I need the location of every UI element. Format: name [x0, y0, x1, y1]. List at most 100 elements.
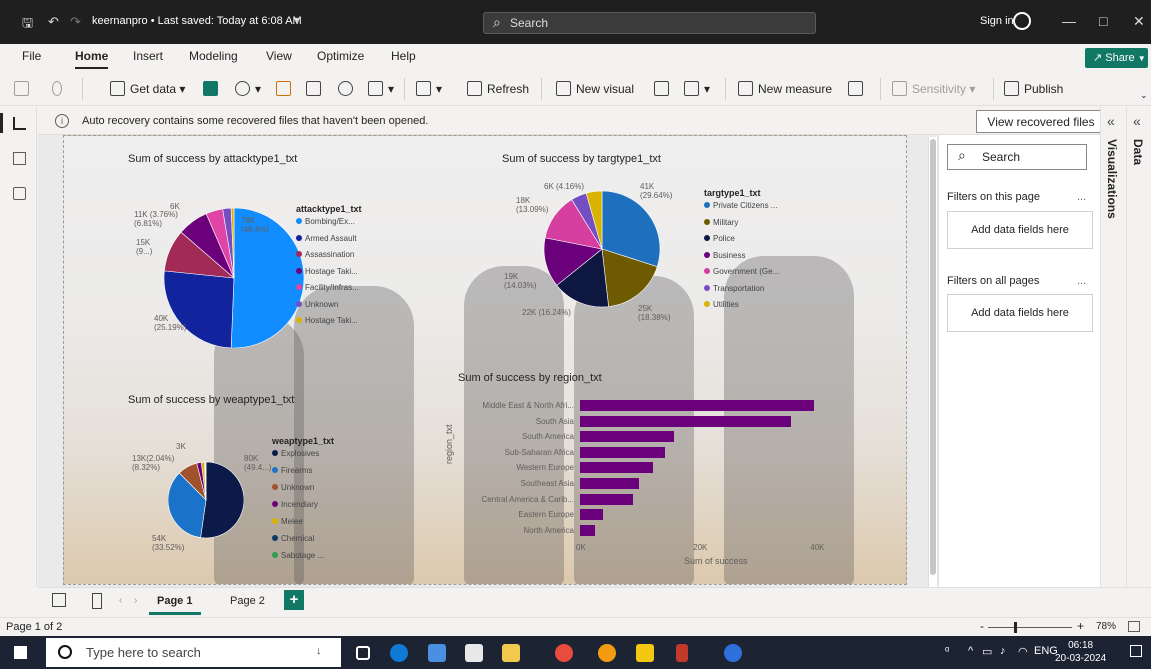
recent-sources-button[interactable]: ▾ — [368, 81, 394, 96]
mobile-layout-icon[interactable] — [92, 593, 102, 609]
legend-item[interactable]: Unknown — [272, 483, 314, 492]
model-view-icon[interactable] — [13, 187, 26, 200]
bar-mark[interactable] — [580, 446, 665, 458]
new-measure-button[interactable]: New measure — [738, 81, 832, 96]
system-clock[interactable]: 06:18 20-03-2024 — [1055, 639, 1106, 665]
taskbar-search-box[interactable]: Type here to search — [46, 638, 341, 667]
all-pages-filter-drop-zone[interactable]: Add data fields here — [947, 294, 1093, 332]
menu-optimize[interactable]: Optimize — [317, 49, 364, 63]
paste-button[interactable] — [14, 81, 34, 96]
transform-data-button[interactable]: ▾ — [416, 81, 442, 96]
app-icon[interactable] — [676, 644, 688, 662]
power-bi-icon[interactable] — [636, 644, 654, 662]
data-pane-collapsed[interactable]: « Data — [1126, 107, 1151, 587]
add-page-button[interactable]: + — [284, 590, 304, 610]
share-button[interactable]: ↗ Share ▼ — [1085, 48, 1148, 68]
windows-start-icon[interactable] — [14, 646, 27, 659]
bar-mark[interactable] — [580, 509, 604, 521]
expand-chevron-icon[interactable]: « — [1107, 113, 1115, 129]
zoom-in-icon[interactable]: + — [1077, 619, 1084, 633]
legend-item[interactable]: Chemical — [272, 534, 314, 543]
get-data-button[interactable]: Get data ▾ — [110, 81, 185, 96]
more-options-icon[interactable]: ... — [1077, 275, 1086, 287]
scrollbar-thumb[interactable] — [930, 139, 936, 575]
chrome-icon[interactable] — [555, 644, 573, 662]
redo-icon[interactable]: ↷ — [70, 14, 81, 30]
people-icon[interactable]: ᵅ — [945, 645, 949, 657]
legend-item[interactable]: Melee — [272, 517, 303, 526]
menu-home[interactable]: Home — [75, 49, 108, 63]
menu-view[interactable]: View — [266, 49, 292, 63]
account-avatar-icon[interactable] — [1013, 12, 1031, 30]
menu-file[interactable]: File — [22, 49, 41, 63]
bar-mark[interactable] — [580, 400, 815, 411]
legend-item[interactable]: Military — [704, 218, 738, 227]
legend-item[interactable]: Sabotage ... — [272, 551, 324, 560]
fit-to-page-icon[interactable] — [1128, 621, 1140, 632]
undo-icon[interactable]: ↶ — [48, 14, 59, 30]
sensitivity-button[interactable]: Sensitivity ▾ — [892, 81, 975, 96]
onelake-button[interactable]: ▾ — [235, 81, 261, 96]
legend-item[interactable]: Assassination — [296, 250, 354, 259]
legend-item[interactable]: Police — [704, 234, 735, 243]
menu-help[interactable]: Help — [391, 49, 416, 63]
format-painter-button[interactable] — [52, 81, 67, 96]
save-icon[interactable]: 🖫 — [22, 14, 33, 36]
global-search-box[interactable]: ⌕ Search — [483, 12, 816, 34]
file-explorer-icon[interactable] — [428, 644, 446, 662]
zoom-out-icon[interactable]: - — [980, 619, 984, 633]
data-pane-label[interactable]: Data — [1131, 139, 1145, 165]
battery-icon[interactable]: ▭ — [982, 645, 992, 658]
close-window-icon[interactable]: ✕ — [1133, 13, 1145, 30]
legend-item[interactable]: Explosives — [272, 449, 319, 458]
more-visuals-button[interactable]: ▾ — [684, 81, 710, 96]
pie-slice[interactable] — [200, 461, 244, 539]
legend-item[interactable]: Incendiary — [272, 500, 318, 509]
legend-item[interactable]: Transportation — [704, 284, 764, 293]
mail-icon[interactable] — [465, 644, 483, 662]
desktop-layout-icon[interactable] — [52, 593, 66, 607]
microphone-icon[interactable]: ↓ — [316, 645, 322, 657]
show-hidden-icons[interactable]: ^ — [968, 645, 973, 657]
pie-slice[interactable] — [164, 270, 235, 348]
notifications-icon[interactable] — [1130, 645, 1142, 657]
legend-item[interactable]: Business — [704, 251, 745, 260]
zoom-slider-track[interactable] — [988, 627, 1072, 628]
bar-mark[interactable] — [580, 524, 595, 536]
legend-item[interactable]: Private Citizens ... — [704, 201, 777, 210]
bar-mark[interactable] — [580, 478, 639, 489]
bluetooth-icon[interactable] — [724, 644, 742, 662]
zoom-slider-thumb[interactable] — [1014, 622, 1017, 633]
publish-button[interactable]: Publish — [1004, 81, 1063, 96]
minimize-icon[interactable]: — — [1062, 13, 1076, 29]
page-filter-drop-zone[interactable]: Add data fields here — [947, 211, 1093, 249]
bar-mark[interactable] — [580, 431, 674, 443]
more-options-icon[interactable]: ... — [1077, 191, 1086, 203]
enter-data-button[interactable] — [306, 81, 326, 96]
page-tab-2[interactable]: Page 2 — [230, 595, 265, 607]
dataverse-button[interactable] — [338, 81, 358, 96]
page-tab-1[interactable]: Page 1 — [157, 595, 192, 607]
visualizations-pane-collapsed[interactable]: « Visualizations — [1100, 107, 1126, 587]
bar-mark[interactable] — [580, 415, 791, 427]
legend-item[interactable]: Utilities — [704, 300, 739, 309]
legend-item[interactable]: Hostage Taki... — [296, 316, 358, 325]
new-visual-button[interactable]: New visual — [556, 81, 634, 96]
table-view-icon[interactable] — [13, 152, 26, 165]
restore-icon[interactable]: □ — [1099, 13, 1107, 29]
collapse-ribbon-icon[interactable]: ⌄ — [1140, 90, 1148, 101]
report-canvas[interactable]: Sum of success by attacktype1_txt 78K (48… — [63, 135, 907, 585]
expand-chevron-icon[interactable]: « — [1133, 113, 1141, 129]
legend-item[interactable]: Facility/Infras... — [296, 283, 359, 292]
canvas-vertical-scrollbar[interactable] — [928, 137, 937, 587]
legend-item[interactable]: Government (Ge... — [704, 267, 779, 276]
refresh-button[interactable]: Refresh — [467, 81, 529, 96]
legend-item[interactable]: Unknown — [296, 300, 338, 309]
title-dropdown-icon[interactable]: ▼ — [292, 15, 301, 25]
legend-item[interactable]: Hostage Taki... — [296, 267, 358, 276]
sign-in-link[interactable]: Sign in — [980, 15, 1014, 27]
legend-item[interactable]: Armed Assault — [296, 234, 357, 243]
visualizations-pane-label[interactable]: Visualizations — [1105, 139, 1119, 219]
firefox-icon[interactable] — [598, 644, 616, 662]
wifi-icon[interactable]: ◠ — [1018, 645, 1028, 658]
